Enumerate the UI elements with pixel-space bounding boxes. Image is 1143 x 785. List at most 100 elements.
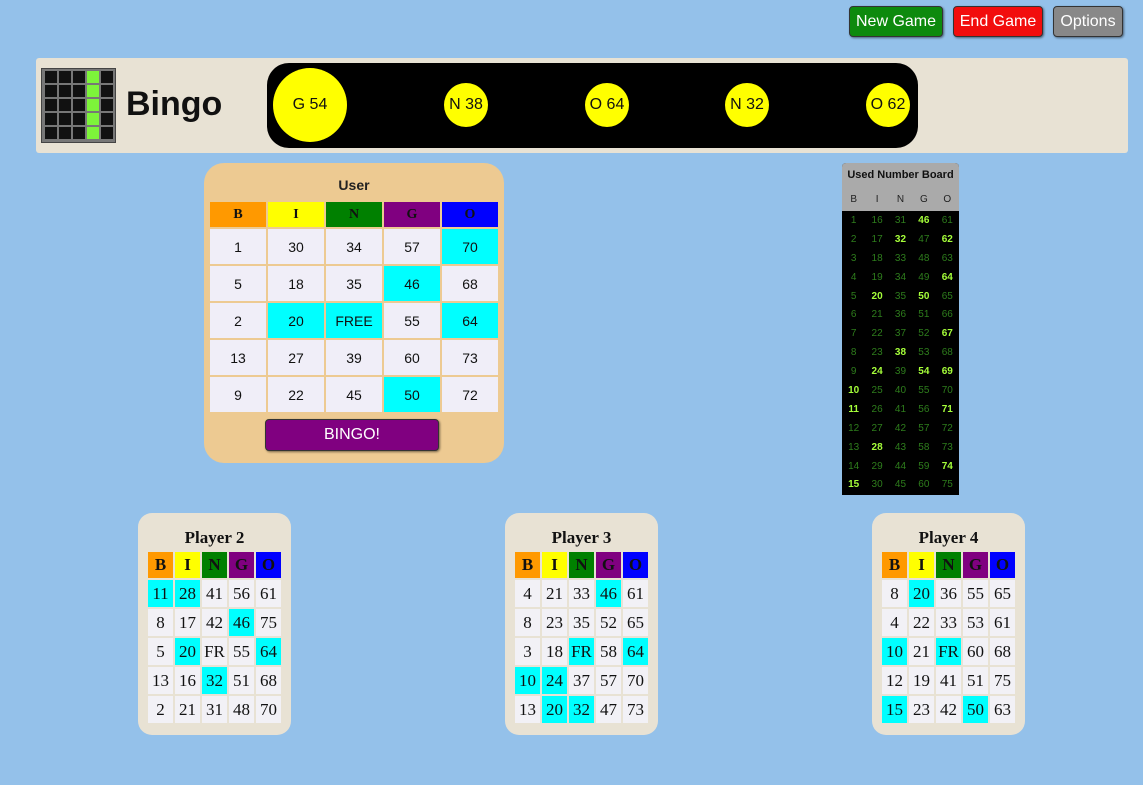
bingo-cell[interactable]: 20 — [542, 696, 567, 723]
bingo-cell[interactable]: 64 — [442, 303, 498, 338]
bingo-cell[interactable]: 75 — [256, 609, 281, 636]
bingo-cell[interactable]: 13 — [515, 696, 540, 723]
bingo-cell[interactable]: 27 — [268, 340, 324, 375]
bingo-cell[interactable]: 17 — [175, 609, 200, 636]
bingo-cell[interactable]: 42 — [202, 609, 227, 636]
options-button[interactable]: Options — [1053, 6, 1123, 37]
bingo-cell[interactable]: 41 — [202, 580, 227, 607]
bingo-cell[interactable]: 20 — [268, 303, 324, 338]
bingo-cell[interactable]: 10 — [882, 638, 907, 665]
bingo-cell[interactable]: 11 — [148, 580, 173, 607]
bingo-cell[interactable]: 39 — [326, 340, 382, 375]
bingo-cell[interactable]: 70 — [442, 229, 498, 264]
bingo-cell[interactable]: 63 — [990, 696, 1015, 723]
bingo-cell[interactable]: 13 — [148, 667, 173, 694]
bingo-cell[interactable]: 61 — [256, 580, 281, 607]
bingo-cell[interactable]: 51 — [963, 667, 988, 694]
bingo-cell[interactable]: 8 — [882, 580, 907, 607]
bingo-cell[interactable]: 3 — [515, 638, 540, 665]
bingo-cell[interactable]: 72 — [442, 377, 498, 412]
bingo-cell[interactable]: 50 — [384, 377, 440, 412]
bingo-cell[interactable]: 35 — [326, 266, 382, 301]
bingo-cell[interactable]: 36 — [936, 580, 961, 607]
bingo-cell[interactable]: 18 — [542, 638, 567, 665]
bingo-cell[interactable]: 68 — [990, 638, 1015, 665]
bingo-cell[interactable]: 64 — [256, 638, 281, 665]
bingo-cell[interactable]: FR — [936, 638, 961, 665]
bingo-cell[interactable]: 46 — [384, 266, 440, 301]
bingo-cell[interactable]: 5 — [148, 638, 173, 665]
bingo-cell[interactable]: 30 — [268, 229, 324, 264]
bingo-cell[interactable]: 2 — [148, 696, 173, 723]
bingo-cell[interactable]: 4 — [515, 580, 540, 607]
bingo-cell[interactable]: 33 — [569, 580, 594, 607]
bingo-cell[interactable]: 8 — [515, 609, 540, 636]
bingo-cell[interactable]: 16 — [175, 667, 200, 694]
bingo-cell[interactable]: 51 — [229, 667, 254, 694]
bingo-cell[interactable]: 46 — [229, 609, 254, 636]
bingo-cell[interactable]: 61 — [990, 609, 1015, 636]
bingo-cell[interactable]: 46 — [596, 580, 621, 607]
bingo-cell[interactable]: 60 — [384, 340, 440, 375]
bingo-cell[interactable]: 12 — [882, 667, 907, 694]
bingo-cell[interactable]: 31 — [202, 696, 227, 723]
bingo-cell[interactable]: 21 — [175, 696, 200, 723]
bingo-cell[interactable]: 32 — [202, 667, 227, 694]
bingo-cell[interactable]: 65 — [623, 609, 648, 636]
bingo-cell[interactable]: 20 — [909, 580, 934, 607]
bingo-cell[interactable]: 23 — [909, 696, 934, 723]
bingo-cell[interactable]: 10 — [515, 667, 540, 694]
bingo-cell[interactable]: 55 — [229, 638, 254, 665]
end-game-button[interactable]: End Game — [953, 6, 1043, 37]
bingo-cell[interactable]: 28 — [175, 580, 200, 607]
bingo-cell[interactable]: 73 — [442, 340, 498, 375]
new-game-button[interactable]: New Game — [849, 6, 943, 37]
bingo-cell[interactable]: 19 — [909, 667, 934, 694]
bingo-cell[interactable]: 55 — [384, 303, 440, 338]
bingo-cell[interactable]: 45 — [326, 377, 382, 412]
bingo-cell[interactable]: 34 — [326, 229, 382, 264]
bingo-cell[interactable]: 8 — [148, 609, 173, 636]
bingo-cell[interactable]: 35 — [569, 609, 594, 636]
bingo-cell[interactable]: 68 — [442, 266, 498, 301]
bingo-cell[interactable]: 57 — [596, 667, 621, 694]
bingo-cell[interactable]: 52 — [596, 609, 621, 636]
bingo-cell[interactable]: 23 — [542, 609, 567, 636]
bingo-cell[interactable]: 9 — [210, 377, 266, 412]
bingo-cell[interactable]: 5 — [210, 266, 266, 301]
bingo-cell[interactable]: FR — [569, 638, 594, 665]
bingo-cell[interactable]: 61 — [623, 580, 648, 607]
bingo-cell[interactable]: 65 — [990, 580, 1015, 607]
bingo-cell[interactable]: 53 — [963, 609, 988, 636]
bingo-cell[interactable]: 73 — [623, 696, 648, 723]
bingo-cell[interactable]: 75 — [990, 667, 1015, 694]
bingo-cell[interactable]: 57 — [384, 229, 440, 264]
bingo-cell[interactable]: 22 — [909, 609, 934, 636]
bingo-cell[interactable]: FREE — [326, 303, 382, 338]
bingo-cell[interactable]: 48 — [229, 696, 254, 723]
bingo-cell[interactable]: 32 — [569, 696, 594, 723]
bingo-cell[interactable]: 58 — [596, 638, 621, 665]
bingo-cell[interactable]: 21 — [542, 580, 567, 607]
bingo-cell[interactable]: 22 — [268, 377, 324, 412]
bingo-cell[interactable]: 47 — [596, 696, 621, 723]
bingo-cell[interactable]: 33 — [936, 609, 961, 636]
bingo-cell[interactable]: 24 — [542, 667, 567, 694]
bingo-cell[interactable]: 13 — [210, 340, 266, 375]
bingo-cell[interactable]: 56 — [229, 580, 254, 607]
bingo-cell[interactable]: 50 — [963, 696, 988, 723]
bingo-cell[interactable]: 4 — [882, 609, 907, 636]
bingo-cell[interactable]: 68 — [256, 667, 281, 694]
bingo-cell[interactable]: 18 — [268, 266, 324, 301]
bingo-cell[interactable]: 55 — [963, 580, 988, 607]
bingo-cell[interactable]: 2 — [210, 303, 266, 338]
bingo-cell[interactable]: 60 — [963, 638, 988, 665]
bingo-cell[interactable]: 21 — [909, 638, 934, 665]
bingo-cell[interactable]: 41 — [936, 667, 961, 694]
bingo-cell[interactable]: 1 — [210, 229, 266, 264]
bingo-cell[interactable]: 42 — [936, 696, 961, 723]
bingo-cell[interactable]: 37 — [569, 667, 594, 694]
bingo-cell[interactable]: FR — [202, 638, 227, 665]
bingo-cell[interactable]: 64 — [623, 638, 648, 665]
bingo-cell[interactable]: 70 — [623, 667, 648, 694]
